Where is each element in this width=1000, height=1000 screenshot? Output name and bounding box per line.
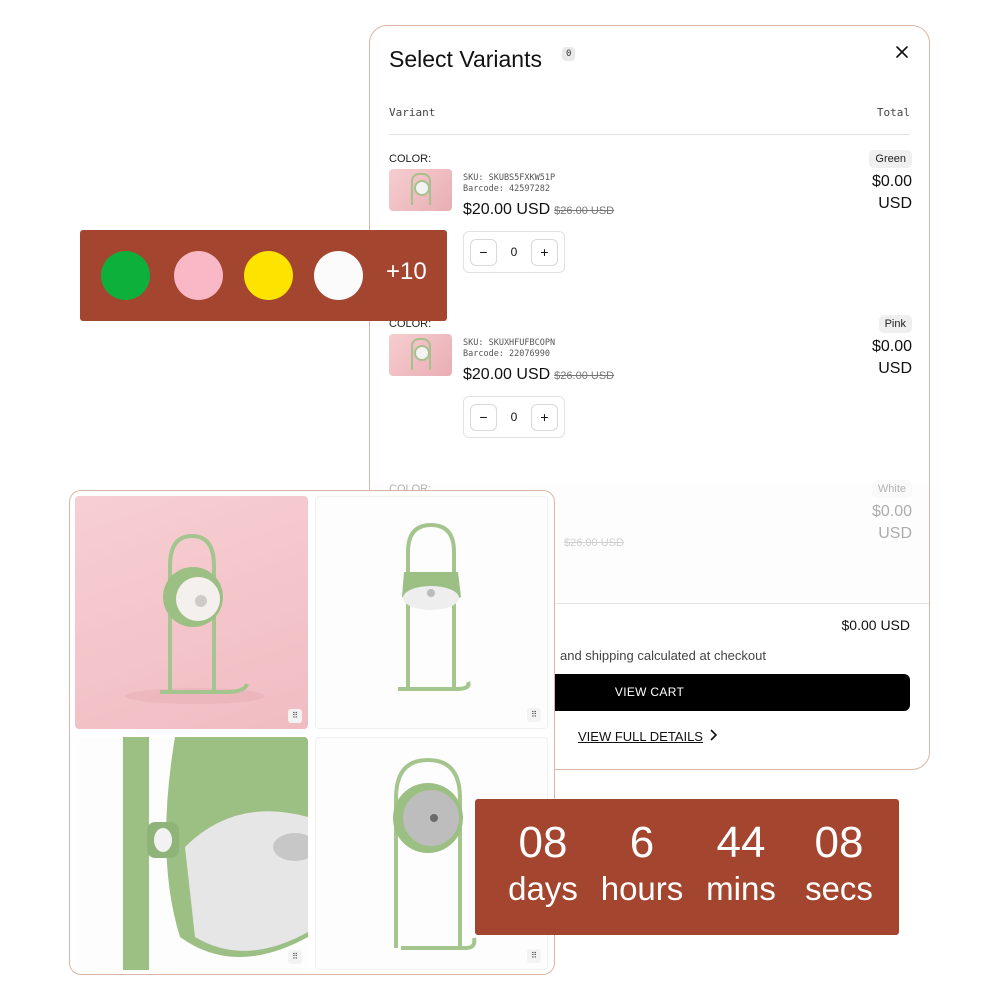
total-amount: $0.00	[871, 503, 912, 520]
variant-total: $0.00 USD	[872, 336, 912, 380]
total-amount: $0.00	[871, 338, 912, 355]
gallery-image-2[interactable]: ⠿	[315, 496, 548, 729]
chevron-right-glyph	[710, 729, 718, 741]
zoom-icon[interactable]: ⠿	[288, 950, 302, 964]
variant-price: $20.00 USD $26.00 USD	[463, 201, 614, 219]
total-amount: $0.00	[871, 173, 912, 190]
countdown-secs: 08 secs	[789, 817, 889, 909]
variant-row-green: COLOR: Green SKU: SKUBS5FXKW51P Barcode:…	[370, 150, 929, 313]
column-header-total: Total	[876, 106, 910, 119]
variant-row-pink: COLOR: Pink SKU: SKUXHFUFBCOPN Barcode: …	[370, 315, 929, 478]
gallery-image-1[interactable]: ⠿	[75, 496, 308, 729]
total-currency: USD	[878, 195, 912, 212]
countdown-hours-label: hours	[600, 870, 684, 907]
variant-thumbnail	[389, 334, 452, 376]
price-current: $20.00 USD	[463, 201, 551, 218]
zoom-icon[interactable]: ⠿	[288, 709, 302, 723]
lamp-image-pink	[125, 533, 265, 704]
swatch-white[interactable]	[314, 251, 363, 300]
countdown-mins: 44 mins	[691, 817, 791, 909]
quantity-stepper: − 0 +	[463, 231, 565, 273]
column-header-variant: Variant	[389, 106, 436, 119]
variant-total: $0.00 USD	[872, 501, 912, 545]
variant-total: $0.00 USD	[872, 171, 912, 215]
lamp-image-white	[398, 522, 471, 691]
countdown-hours-value: 6	[629, 818, 655, 867]
zoom-icon[interactable]: ⠿	[527, 708, 541, 722]
price-current: $20.00 USD	[463, 366, 551, 383]
quantity-input[interactable]: 0	[502, 410, 526, 424]
decrease-quantity-button[interactable]: −	[470, 404, 497, 431]
option-value-badge: Green	[869, 150, 912, 168]
stage: Select Variants 0 Variant Total COLOR: G…	[0, 0, 1000, 1000]
lamp-closeup-image	[123, 737, 308, 970]
variant-barcode: Barcode: 22076990	[463, 349, 550, 359]
tax-shipping-note: and shipping calculated at checkout	[560, 648, 766, 663]
countdown-days: 08 days	[493, 817, 593, 909]
countdown-hours: 6 hours	[592, 817, 692, 909]
price-compare: $26.00 USD	[564, 537, 624, 549]
increase-quantity-button[interactable]: +	[531, 239, 558, 266]
countdown-mins-label: mins	[706, 870, 776, 907]
variant-sku: SKU: SKUXHFUFBCOPN	[463, 338, 556, 348]
price-compare: $26.00 USD	[554, 370, 615, 382]
close-icon-glyph	[896, 46, 908, 58]
variant-thumbnail	[389, 169, 452, 211]
modal-title: Select Variants	[389, 46, 542, 72]
countdown-mins-value: 44	[716, 818, 766, 867]
variant-barcode: Barcode: 42597282	[463, 184, 550, 194]
chevron-right-icon	[708, 728, 718, 745]
option-value-badge: White	[871, 480, 912, 498]
view-full-details-link[interactable]: VIEW FULL DETAILS	[578, 729, 703, 744]
swatch-green[interactable]	[101, 251, 150, 300]
price-compare: $26.00 USD	[554, 205, 615, 217]
subtotal-amount: $0.00 USD	[841, 617, 910, 633]
decrease-quantity-button[interactable]: −	[470, 239, 497, 266]
option-value-badge: Pink	[878, 315, 912, 333]
gallery-image-3[interactable]: ⠿	[75, 737, 308, 970]
option-label: COLOR:	[389, 153, 432, 165]
countdown-days-value: 08	[518, 818, 568, 867]
swatch-yellow[interactable]	[244, 251, 293, 300]
close-icon[interactable]	[895, 42, 909, 65]
total-currency: USD	[878, 360, 912, 377]
increase-quantity-button[interactable]: +	[531, 404, 558, 431]
variant-count-badge: 0	[562, 47, 576, 61]
quantity-stepper: − 0 +	[463, 396, 565, 438]
variant-price: $26.00 USD	[560, 533, 624, 551]
countdown-secs-label: secs	[805, 870, 873, 907]
zoom-icon[interactable]: ⠿	[527, 949, 541, 963]
countdown-timer: 08 days 6 hours 44 mins 08 secs	[475, 799, 899, 935]
variant-price: $20.00 USD $26.00 USD	[463, 366, 614, 384]
swatch-pink[interactable]	[174, 251, 223, 300]
color-swatch-panel: +10	[80, 230, 447, 321]
header-divider	[389, 134, 910, 135]
quantity-input[interactable]: 0	[502, 245, 526, 259]
total-currency: USD	[878, 525, 912, 542]
more-swatches-count[interactable]: +10	[386, 258, 427, 286]
countdown-days-label: days	[508, 870, 578, 907]
variant-sku: SKU: SKUBS5FXKW51P	[463, 173, 556, 183]
countdown-secs-value: 08	[814, 818, 864, 867]
